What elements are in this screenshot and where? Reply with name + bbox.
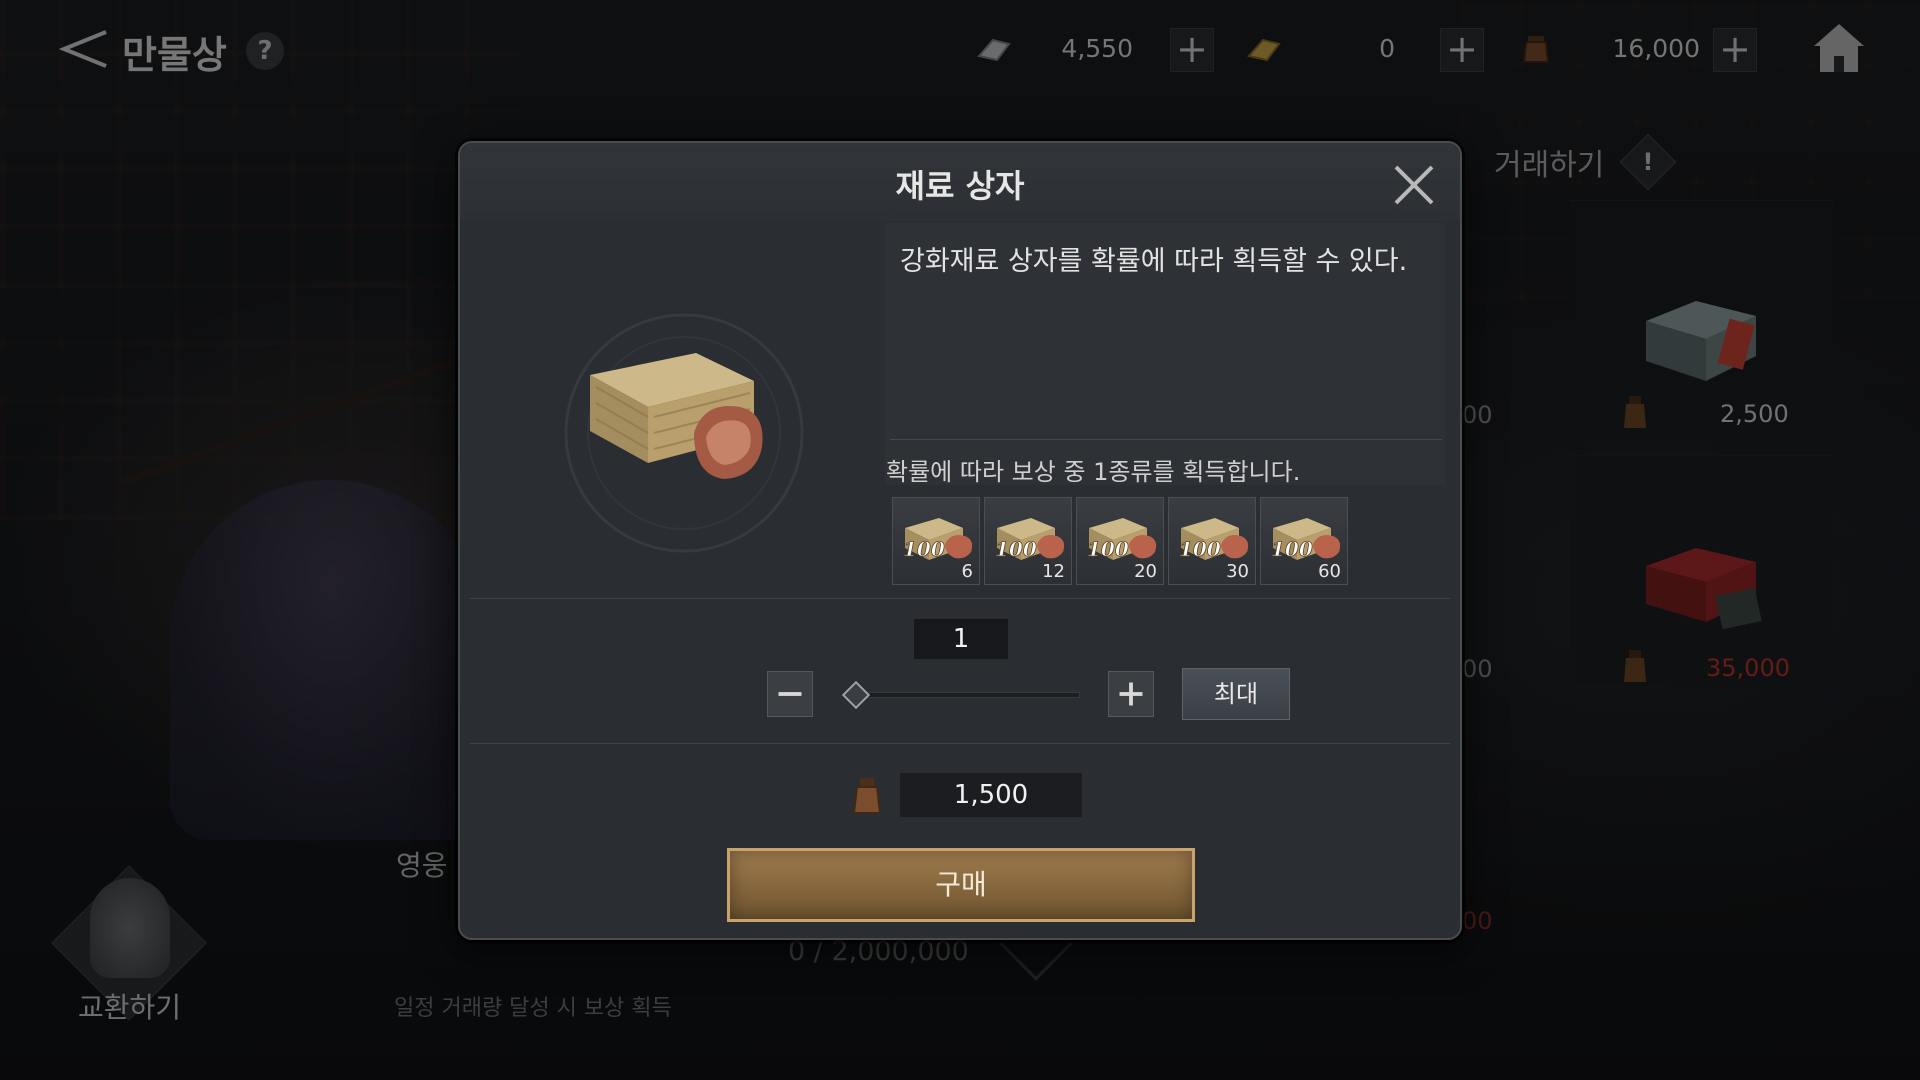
svg-text:100: 100: [995, 537, 1037, 561]
reward-quantity: 6: [961, 561, 973, 582]
reward-quantity: 30: [1226, 561, 1249, 582]
svg-text:100: 100: [1087, 537, 1129, 561]
svg-text:100: 100: [1179, 537, 1221, 561]
buy-button[interactable]: 구매: [727, 848, 1195, 922]
reward-slot[interactable]: 100 60: [1260, 497, 1348, 585]
description-divider: [890, 439, 1442, 440]
item-description: 강화재료 상자를 확률에 따라 획득할 수 있다.: [900, 246, 1408, 277]
coin-pouch-icon: [852, 778, 882, 814]
quantity-slider-track[interactable]: [852, 692, 1080, 698]
reward-quantity: 20: [1134, 561, 1157, 582]
reward-list: 100 6 100 12 100 20 100 30 100 60: [892, 497, 1348, 585]
reward-quantity: 60: [1318, 561, 1341, 582]
quantity-slider-thumb[interactable]: [841, 680, 871, 710]
reward-caption: 확률에 따라 보상 중 1종류를 획득합니다.: [886, 458, 1301, 486]
purchase-dialog: 재료 상자 강화재료 상자를 확률에 따라 획득할 수 있다. 확률에 따라 보…: [458, 141, 1462, 940]
increase-quantity-button[interactable]: [1108, 671, 1154, 717]
reward-slot[interactable]: 100 20: [1076, 497, 1164, 585]
reward-slot[interactable]: 100 6: [892, 497, 980, 585]
svg-text:100: 100: [903, 537, 945, 561]
section-divider: [470, 598, 1450, 599]
dialog-header: 재료 상자: [460, 143, 1460, 221]
reward-slot[interactable]: 100 12: [984, 497, 1072, 585]
decrease-quantity-button[interactable]: [767, 671, 813, 717]
section-divider: [470, 743, 1450, 744]
quantity-display: 1: [913, 618, 1009, 660]
material-bundle-icon: [564, 313, 804, 553]
close-icon[interactable]: [1390, 161, 1438, 209]
dialog-title: 재료 상자: [895, 167, 1025, 205]
purchase-price: 1,500: [900, 773, 1082, 817]
reward-slot[interactable]: 100 30: [1168, 497, 1256, 585]
svg-text:100: 100: [1271, 537, 1313, 561]
reward-quantity: 12: [1042, 561, 1065, 582]
max-quantity-button[interactable]: 최대: [1182, 668, 1290, 720]
